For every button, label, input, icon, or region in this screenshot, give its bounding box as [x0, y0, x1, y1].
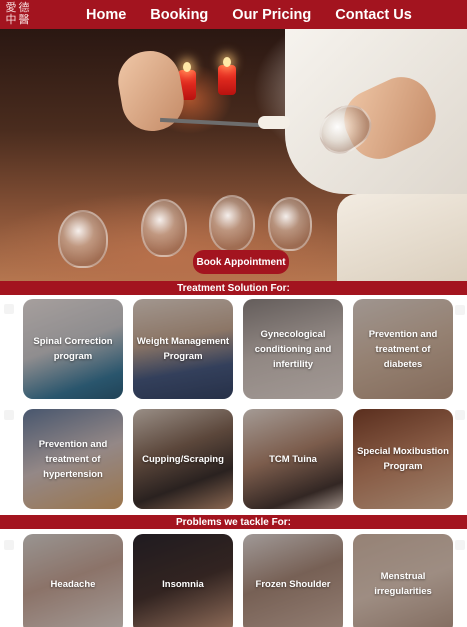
hero-banner: Book Appointment [0, 29, 467, 281]
card-label: Special Moxibustion Program [357, 446, 449, 472]
cupping-glass [209, 195, 255, 252]
bg-pattern-tile [455, 540, 465, 550]
nav-contact-link[interactable]: Contact Us [335, 7, 412, 23]
cupping-glass [58, 210, 108, 268]
treatment-card-hypertension[interactable]: Prevention and treatment of hypertension [23, 409, 123, 509]
card-label: TCM Tuina [269, 453, 317, 465]
cupping-glass [141, 199, 187, 257]
card-label: Frozen Shoulder [255, 578, 331, 590]
card-label: Gynecological conditioning and infertili… [254, 328, 332, 370]
book-appointment-button[interactable]: Book Appointment [193, 250, 289, 274]
treatments-heading: Treatment Solution For: [0, 281, 467, 295]
card-label: Weight Management Program [136, 336, 230, 362]
card-label: Menstrual irregularities [374, 571, 432, 597]
problems-heading: Problems we tackle For: [0, 515, 467, 529]
bg-pattern-tile [455, 410, 465, 420]
towel [337, 194, 467, 281]
main-nav: Home Booking Our Pricing Contact Us [86, 0, 436, 29]
card-label: Headache [50, 578, 96, 590]
problem-card-headache[interactable]: Headache [23, 534, 123, 627]
cupping-glass [268, 197, 312, 251]
treatment-card-gynecological[interactable]: Gynecological conditioning and infertili… [243, 299, 343, 399]
card-label: Insomnia [162, 578, 204, 590]
problem-card-frozen-shoulder[interactable]: Frozen Shoulder [243, 534, 343, 627]
nav-pricing-link[interactable]: Our Pricing [232, 7, 311, 23]
card-label: Spinal Correction program [33, 336, 113, 362]
card-label: Prevention and treatment of diabetes [368, 328, 438, 370]
site-header: 愛德中醫 Home Booking Our Pricing Contact Us [0, 0, 467, 29]
problem-card-insomnia[interactable]: Insomnia [133, 534, 233, 627]
nav-booking-link[interactable]: Booking [150, 7, 208, 23]
fire-swab [258, 116, 290, 129]
nav-home-link[interactable]: Home [86, 7, 126, 23]
treatment-card-spinal-correction[interactable]: Spinal Correction program [23, 299, 123, 399]
clinic-logo[interactable]: 愛德中醫 [2, 1, 35, 28]
candle-flame [183, 62, 191, 72]
bg-pattern-tile [4, 304, 14, 314]
treatment-card-weight-management[interactable]: Weight Management Program [133, 299, 233, 399]
treatment-card-diabetes[interactable]: Prevention and treatment of diabetes [353, 299, 453, 399]
candle-flame [223, 57, 231, 67]
bg-pattern-tile [4, 540, 14, 550]
problem-card-menstrual-irregularities[interactable]: Menstrual irregularities [353, 534, 453, 627]
card-label: Cupping/Scraping [142, 453, 224, 465]
card-label: Prevention and treatment of hypertension [38, 438, 108, 480]
treatment-card-moxibustion[interactable]: Special Moxibustion Program [353, 409, 453, 509]
candle [218, 65, 236, 95]
bg-pattern-tile [4, 410, 14, 420]
bg-pattern-tile [455, 305, 465, 315]
treatment-card-tcm-tuina[interactable]: TCM Tuina [243, 409, 343, 509]
treatment-card-cupping-scraping[interactable]: Cupping/Scraping [133, 409, 233, 509]
